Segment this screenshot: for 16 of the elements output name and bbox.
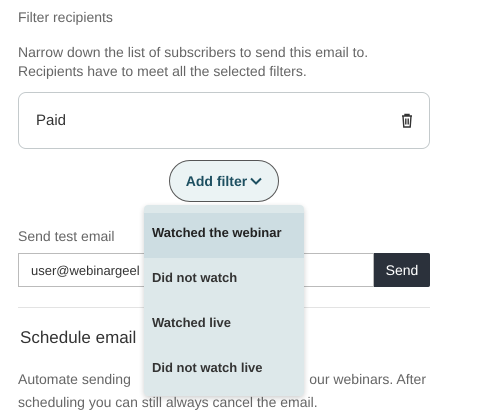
send-button[interactable]: Send — [374, 253, 430, 287]
menu-item[interactable]: Watched live — [144, 303, 304, 348]
add-filter-button[interactable]: Add filter — [169, 160, 279, 202]
section-title: Schedule email — [20, 328, 138, 348]
field-label: Send test email — [18, 228, 114, 244]
menu-item[interactable]: Did not watch live — [144, 348, 304, 393]
trash-icon[interactable] — [401, 113, 413, 128]
filter-label: Paid — [36, 112, 66, 129]
description-text: our webinars. After — [309, 371, 426, 387]
section-title: Filter recipients — [18, 9, 114, 25]
description: Narrow down the list of subscribers to send this email to. Recipients have to meet all the selected filters. — [18, 43, 370, 81]
menu-item[interactable]: Watched the webinar — [144, 213, 304, 258]
caret-icon — [250, 177, 262, 185]
menu-item[interactable]: Did not watch — [144, 258, 304, 303]
description-text: Automate sending — [18, 371, 131, 387]
description-text: scheduling you can still always cancel the email. — [18, 394, 319, 410]
